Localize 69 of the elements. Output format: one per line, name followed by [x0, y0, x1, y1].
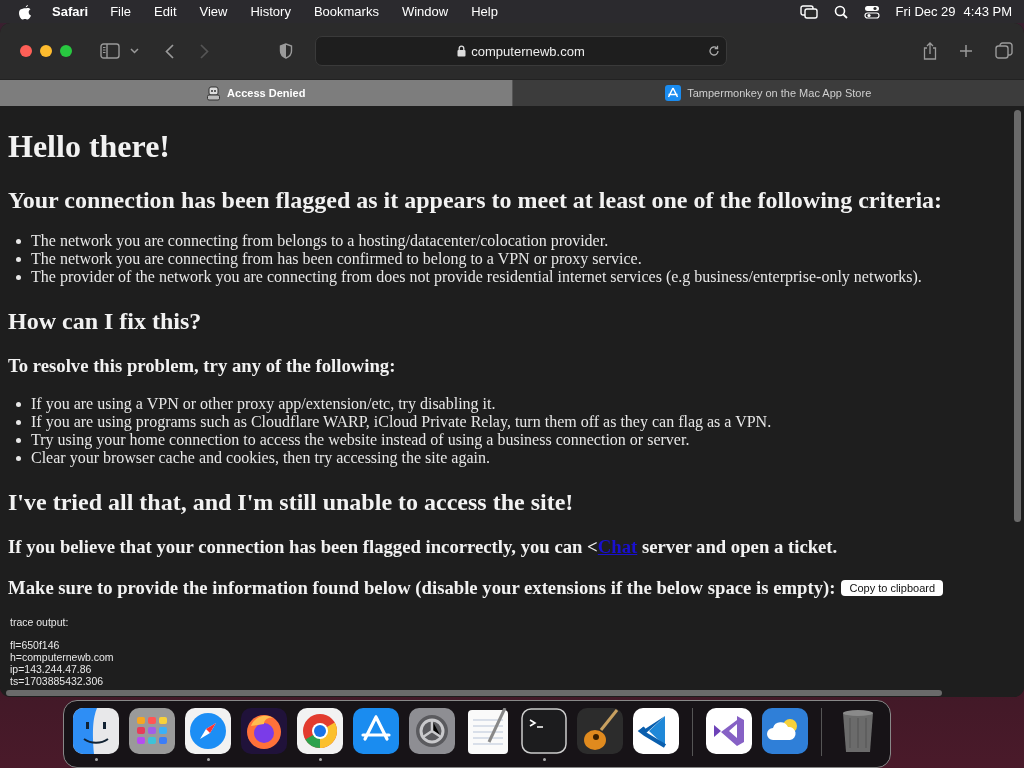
section-heading: Your connection has been flagged as it appears to meet at least one of the following criteria:	[8, 186, 944, 214]
chevron-down-icon[interactable]	[130, 48, 139, 54]
minimize-button[interactable]	[40, 45, 52, 57]
gear-icon[interactable]	[409, 708, 455, 754]
apple-icon[interactable]	[18, 3, 32, 20]
subheading: If you believe that your connection has been flagged incorrectly, you can <Chat server and open a ticket.	[8, 536, 839, 558]
list-item-text: If you are using programs such as Cloudflare WARP, iCloud Private Relay, turn them off as they can flag as a VPN.	[31, 413, 772, 431]
menu-item[interactable]: History	[250, 4, 291, 19]
scrollbar[interactable]	[1014, 110, 1021, 522]
finder-icon[interactable]	[73, 708, 119, 754]
menu-item[interactable]: Edit	[154, 4, 177, 19]
list-item-text: The provider of the network you are connecting from does not provide residential internet services (e.g business/enterprise-only networks).	[31, 268, 922, 286]
bullet-icon	[16, 437, 21, 443]
toggle-icon[interactable]	[863, 4, 880, 19]
robot-icon	[206, 85, 222, 101]
address-field[interactable]: computernewb.com	[315, 36, 727, 66]
menu-item[interactable]: Window	[401, 4, 449, 19]
share-icon[interactable]	[923, 42, 937, 60]
sidebar-icon[interactable]	[100, 43, 120, 59]
browser-tab[interactable]: Access Denied	[0, 80, 512, 106]
time-text: 4:43 PM	[963, 4, 1012, 19]
app-grid-icon[interactable]	[129, 708, 175, 754]
trace-line: ip=143.244.47.86	[10, 663, 93, 675]
terminal-icon[interactable]	[521, 708, 567, 754]
subheading: To resolve this problem, try any of the following:	[8, 355, 397, 377]
menu-item[interactable]: File	[110, 4, 132, 19]
list-item-text: If you are using a VPN or other proxy app/extension/etc, try disabling it.	[31, 395, 496, 413]
reload-icon[interactable]	[708, 45, 720, 57]
bullet-icon	[16, 256, 21, 262]
shield-icon[interactable]	[279, 43, 293, 59]
list-item-text: The network you are connecting from has been confirmed to belong to a VPN or proxy service.	[31, 250, 642, 268]
bullet-icon	[16, 419, 21, 425]
bullet-icon	[16, 238, 21, 244]
plus-icon[interactable]	[959, 44, 973, 58]
url-text: computernewb.com	[471, 43, 585, 59]
copy-button[interactable]: Copy to clipboard	[841, 580, 944, 596]
section-heading: I've tried all that, and I'm still unable to access the site!	[8, 488, 575, 516]
trace-label: trace output:	[10, 616, 70, 628]
bullet-icon	[16, 274, 21, 280]
menu-item[interactable]: Help	[471, 4, 498, 19]
app-store-icon[interactable]	[353, 708, 399, 754]
bullet-icon	[16, 401, 21, 407]
page-heading: Hello there!	[8, 128, 171, 165]
date-text: Fri Dec 29	[895, 4, 956, 19]
screens-icon[interactable]	[799, 4, 818, 19]
list-item-text: The network you are connecting from belongs to a hosting/datacenter/colocation provider.	[31, 232, 609, 250]
menu-item[interactable]: Bookmarks	[313, 4, 379, 19]
scrollbar[interactable]	[6, 690, 942, 696]
trace-line: fl=650f146	[10, 639, 61, 651]
zoom-button[interactable]	[60, 45, 72, 57]
tabs-overview-icon[interactable]	[995, 42, 1013, 60]
section-heading: How can I fix this?	[8, 307, 203, 335]
trace-line: h=computernewb.com	[10, 651, 115, 663]
list-item-text: Try using your home connection to access the website instead of using a business connection or server.	[31, 431, 690, 449]
lock-icon	[457, 45, 467, 57]
app-store-icon	[665, 85, 682, 101]
notepad-icon[interactable]	[465, 708, 511, 754]
bullet-icon	[16, 455, 21, 461]
guitar-icon[interactable]	[577, 708, 623, 754]
list-item-text: Clear your browser cache and cookies, then try accessing the site again.	[31, 449, 490, 467]
menu-item[interactable]: Safari	[52, 4, 89, 19]
trace-line: ts=1703885432.306	[10, 675, 105, 687]
back-icon[interactable]	[165, 43, 174, 59]
subheading: Make sure to provide the information found below (disable your extensions if the below space is empty):	[8, 577, 836, 599]
compass-icon[interactable]	[185, 708, 231, 754]
search-icon[interactable]	[833, 4, 848, 19]
weather-icon[interactable]	[762, 708, 808, 754]
menu-item[interactable]: View	[199, 4, 228, 19]
close-button[interactable]	[20, 45, 32, 57]
